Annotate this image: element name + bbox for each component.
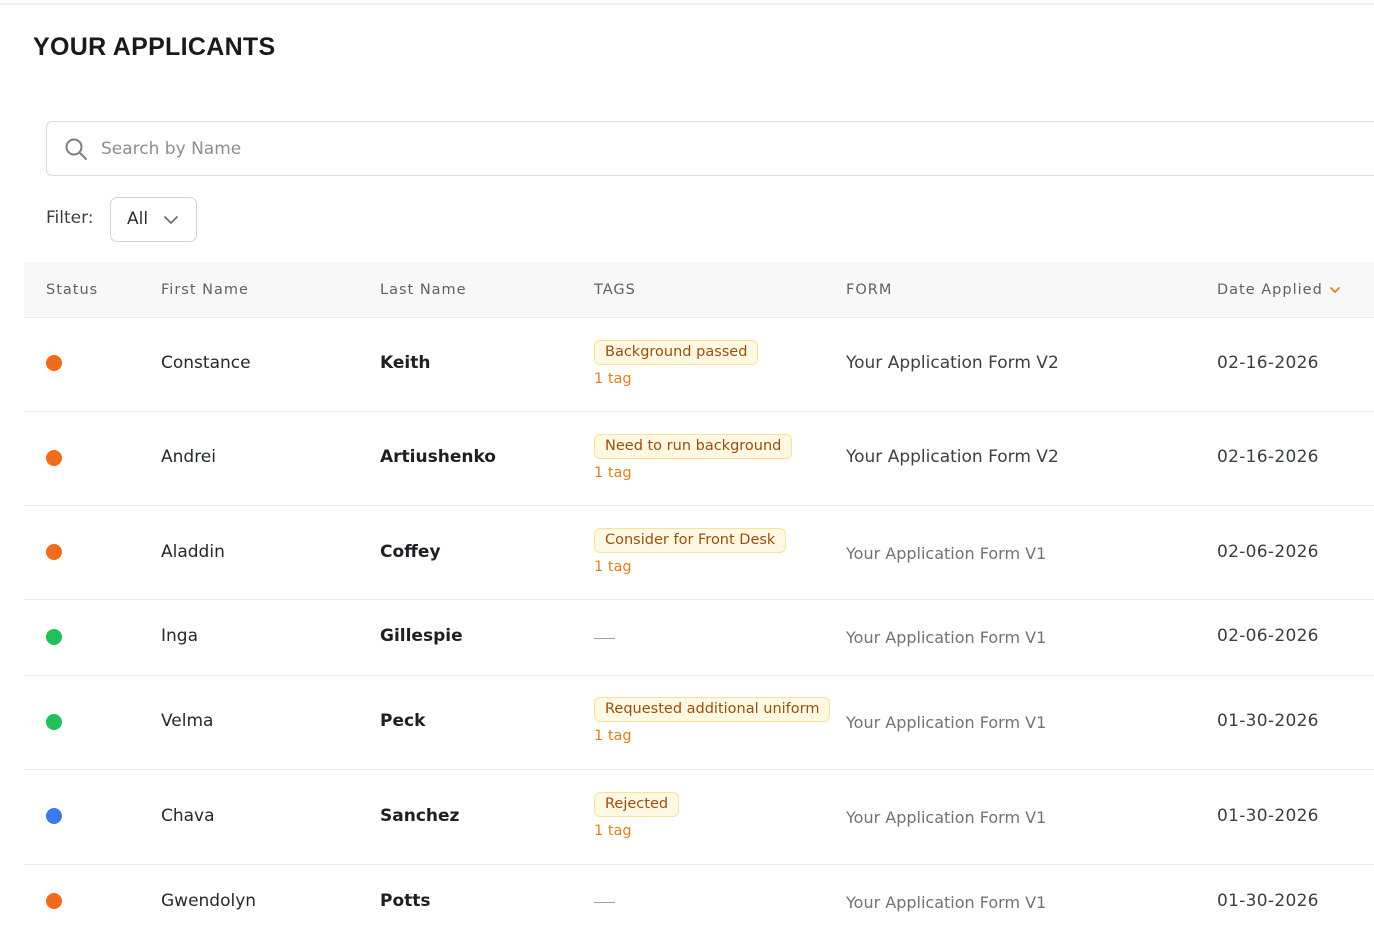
search-box[interactable] xyxy=(46,121,1374,176)
form-name: Your Application Form V1 xyxy=(846,544,1047,563)
tag-count[interactable]: 1 tag xyxy=(594,823,679,839)
column-header-status[interactable]: Status xyxy=(46,282,98,298)
table-row[interactable]: Constance Keith Background passed 1 tag … xyxy=(24,318,1374,412)
table-row[interactable]: Andrei Artiushenko Need to run backgroun… xyxy=(24,412,1374,506)
date-applied: 02-16-2026 xyxy=(1217,447,1319,467)
column-header-form[interactable]: FORM xyxy=(846,282,892,298)
column-header-date-applied[interactable]: Date Applied xyxy=(1217,282,1341,298)
table-row[interactable]: Inga Gillespie Your Application Form V1 … xyxy=(24,600,1374,676)
filter-dropdown[interactable]: All xyxy=(110,197,197,242)
no-tags-dash xyxy=(594,902,615,903)
form-name: Your Application Form V1 xyxy=(846,713,1047,732)
column-header-last-name[interactable]: Last Name xyxy=(380,282,467,298)
column-header-tags[interactable]: TAGS xyxy=(594,282,636,298)
last-name: Sanchez xyxy=(380,806,460,826)
date-applied: 01-30-2026 xyxy=(1217,711,1319,731)
filter-selected-value: All xyxy=(127,209,149,229)
form-name: Your Application Form V1 xyxy=(846,628,1047,647)
status-dot xyxy=(46,629,62,645)
last-name: Peck xyxy=(380,711,426,731)
chevron-down-icon xyxy=(164,216,178,224)
tags-cell: Rejected 1 tag xyxy=(594,792,680,839)
first-name: Velma xyxy=(161,711,214,731)
tag-badge[interactable]: Consider for Front Desk xyxy=(594,528,787,553)
last-name: Potts xyxy=(380,891,431,911)
date-applied: 02-06-2026 xyxy=(1217,542,1319,562)
column-header-first-name[interactable]: First Name xyxy=(161,282,249,298)
search-input[interactable] xyxy=(101,122,1001,175)
status-dot xyxy=(46,714,62,730)
table-row[interactable]: Chava Sanchez Rejected 1 tag Your Applic… xyxy=(24,770,1374,865)
status-dot xyxy=(46,544,62,560)
tag-badge[interactable]: Rejected xyxy=(594,792,680,817)
form-name: Your Application Form V1 xyxy=(846,808,1047,827)
date-applied: 02-06-2026 xyxy=(1217,626,1319,646)
tag-badge[interactable]: Requested additional uniform xyxy=(594,697,831,722)
first-name: Aladdin xyxy=(161,542,225,562)
last-name: Gillespie xyxy=(380,626,463,646)
first-name: Chava xyxy=(161,806,215,826)
date-applied: 01-30-2026 xyxy=(1217,891,1319,911)
tag-badge[interactable]: Need to run background xyxy=(594,434,793,459)
top-divider xyxy=(0,3,1374,5)
last-name: Keith xyxy=(380,353,431,373)
first-name: Andrei xyxy=(161,447,216,467)
tags-cell: Consider for Front Desk 1 tag xyxy=(594,528,787,575)
tag-count[interactable]: 1 tag xyxy=(594,728,830,744)
sort-chevron-down-icon xyxy=(1329,286,1340,293)
table-row[interactable]: Aladdin Coffey Consider for Front Desk 1… xyxy=(24,506,1374,600)
tags-cell: Need to run background 1 tag xyxy=(594,434,793,481)
tags-cell: Background passed 1 tag xyxy=(594,340,759,387)
status-dot xyxy=(46,808,62,824)
search-icon xyxy=(65,138,87,160)
filter-label: Filter: xyxy=(46,208,94,228)
status-dot xyxy=(46,355,62,371)
date-applied: 02-16-2026 xyxy=(1217,353,1319,373)
table-header: Status First Name Last Name TAGS FORM Da… xyxy=(24,262,1374,318)
column-header-date-applied-label: Date Applied xyxy=(1217,282,1323,298)
tag-count[interactable]: 1 tag xyxy=(594,465,792,481)
last-name: Coffey xyxy=(380,542,441,562)
tag-count[interactable]: 1 tag xyxy=(594,371,758,387)
first-name: Inga xyxy=(161,626,198,646)
form-name: Your Application Form V2 xyxy=(846,447,1059,467)
no-tags-dash xyxy=(594,638,615,639)
form-name: Your Application Form V1 xyxy=(846,893,1047,912)
tags-cell: Requested additional uniform 1 tag xyxy=(594,697,831,744)
first-name: Constance xyxy=(161,353,251,373)
last-name: Artiushenko xyxy=(380,447,496,467)
date-applied: 01-30-2026 xyxy=(1217,806,1319,826)
table-row[interactable]: Gwendolyn Potts Your Application Form V1… xyxy=(24,865,1374,926)
table-row[interactable]: Velma Peck Requested additional uniform … xyxy=(24,676,1374,770)
status-dot xyxy=(46,450,62,466)
tag-count[interactable]: 1 tag xyxy=(594,559,786,575)
page-title: YOUR APPLICANTS xyxy=(33,33,276,61)
form-name: Your Application Form V2 xyxy=(846,353,1059,373)
first-name: Gwendolyn xyxy=(161,891,257,911)
status-dot xyxy=(46,893,62,909)
tag-badge[interactable]: Background passed xyxy=(594,340,759,365)
